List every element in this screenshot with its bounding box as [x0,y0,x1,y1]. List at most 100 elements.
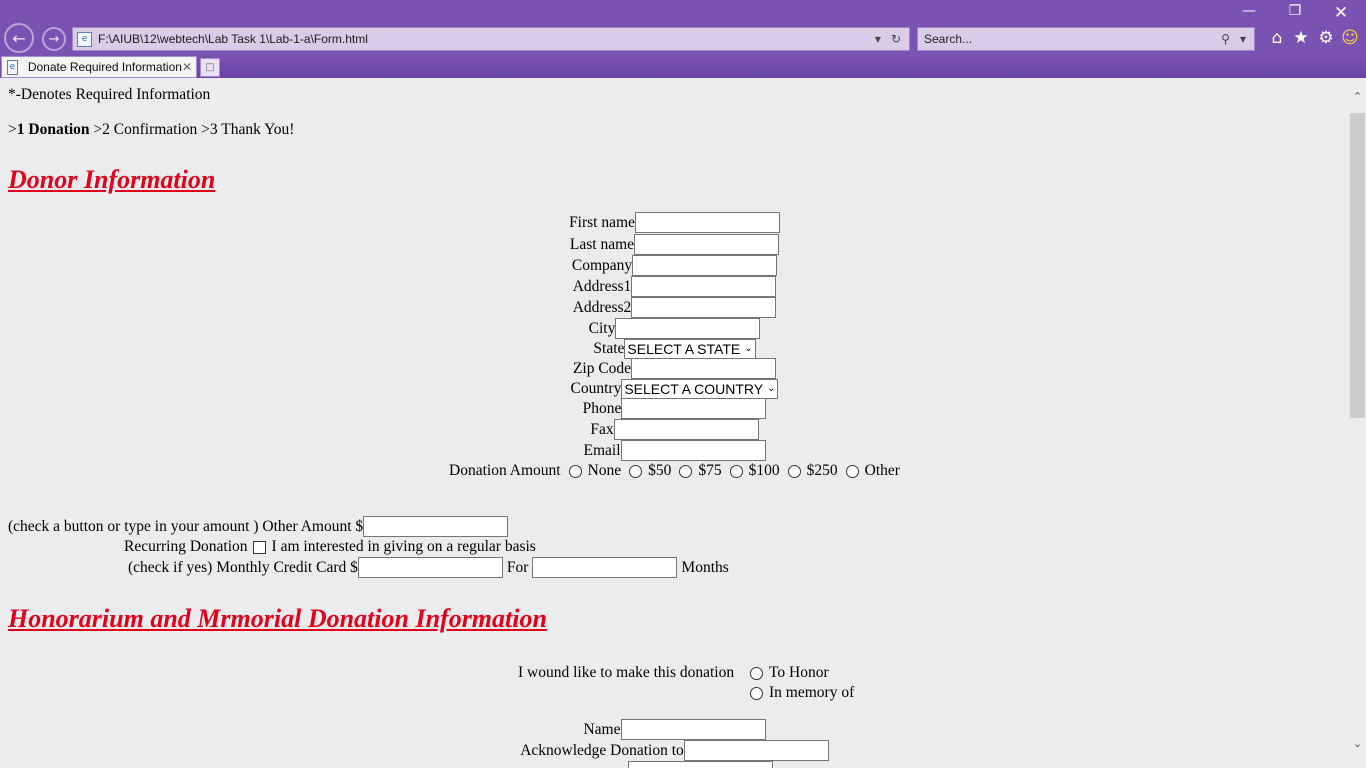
zip-label: Zip Code [572,359,632,377]
address-input-partial[interactable] [628,761,773,768]
country-select[interactable]: SELECT A COUNTRY ⌄ [621,379,779,399]
chevron-down-icon: ⌄ [767,383,776,394]
refresh-icon[interactable]: ↻ [891,32,901,46]
city-input[interactable] [615,318,761,339]
tab-active[interactable]: e Donate Required Information ✕ [1,56,197,78]
acknowledge-label: Acknowledge Donation to [520,741,684,759]
honorarium-heading: Honorarium and Mrmorial Donation Informa… [8,604,547,633]
chevron-down-icon[interactable]: ▾ [875,32,881,46]
restore-button[interactable]: ❐ [1280,3,1310,19]
amount-50-label: $50 [648,462,672,479]
company-input[interactable] [632,255,778,276]
address1-label: Address1 [572,277,632,295]
email-label: Email [583,441,621,459]
step-indicator: >1 Donation >2 Confirmation >3 Thank You… [8,121,294,139]
minimize-button[interactable]: — [1234,3,1264,19]
acknowledge-row: Acknowledge Donation to [0,740,1349,761]
state-select[interactable]: SELECT A STATE ⌄ [624,339,756,359]
chevron-down-icon[interactable]: ▾ [1240,32,1246,46]
back-button[interactable]: ← [4,23,34,53]
city-row: City [0,318,1349,339]
city-label: City [588,319,616,337]
donation-amount-row: Donation Amount None $50 $75 $100 $250 O… [0,462,1349,480]
search-icon[interactable]: ⚲ [1221,32,1230,46]
monthly-for-label: For [506,558,529,576]
last-name-row: Last name [0,234,1349,255]
last-name-input[interactable] [634,234,780,255]
new-tab-button[interactable]: □ [200,58,220,77]
state-label: State [593,340,625,357]
amount-other-radio[interactable] [845,464,859,478]
monthly-amount-input[interactable] [357,557,503,578]
amount-75-label: $75 [698,462,722,479]
in-memory-label: In memory of [769,684,855,701]
recurring-label: Recurring Donation [124,538,248,555]
home-icon[interactable]: ⌂ [1266,28,1288,48]
email-input[interactable] [620,440,766,461]
recurring-checkbox[interactable] [252,540,266,554]
memory-option-row: In memory of [742,684,854,702]
smiley-icon[interactable]: ☺ [1339,28,1361,48]
honoree-name-input[interactable] [620,719,766,740]
close-button[interactable]: ✕ [1326,3,1356,23]
honoree-name-label: Name [583,720,621,738]
first-name-input[interactable] [634,212,780,233]
back-arrow-icon: ← [12,28,26,48]
months-label: Months [681,558,729,576]
step-rest: >2 Confirmation >3 Thank You! [89,121,295,138]
phone-input[interactable] [621,398,767,419]
donation-amount-label: Donation Amount [449,462,561,479]
amount-75-radio[interactable] [679,464,693,478]
recurring-checkbox-label: I am interested in giving on a regular b… [271,538,536,555]
phone-label: Phone [582,399,622,417]
chevron-down-icon: ⌄ [744,343,753,354]
to-honor-radio[interactable] [750,666,763,680]
address2-input[interactable] [631,297,777,318]
page-icon: e [77,31,92,47]
browser-chrome: ← → e F:\AIUB\12\webtech\Lab Task 1\Lab-… [0,0,1366,78]
url-text[interactable]: F:\AIUB\12\webtech\Lab Task 1\Lab-1-a\Fo… [98,32,875,46]
search-placeholder: Search... [924,32,973,46]
honor-label: I wound like to make this donation [518,664,735,681]
other-amount-row: (check a button or type in your amount )… [8,516,1357,537]
step-current: 1 Donation [16,121,90,138]
scroll-up-icon[interactable]: ⌃ [1349,90,1366,103]
in-memory-radio[interactable] [750,686,763,700]
ie-page-icon: e [7,59,18,75]
country-selected-value: SELECT A COUNTRY [624,381,764,397]
tab-strip: e Donate Required Information ✕ □ [0,55,1366,78]
state-row: State SELECT A STATE ⌄ [0,339,1349,359]
required-note: *-Denotes Required Information [8,86,211,103]
months-input[interactable] [532,557,678,578]
address-bar[interactable]: e F:\AIUB\12\webtech\Lab Task 1\Lab-1-a\… [72,27,910,51]
donor-heading: Donor Information [8,165,216,194]
amount-100-label: $100 [748,462,780,479]
forward-button[interactable]: → [42,27,66,51]
search-input[interactable]: Search... ⚲ ▾ [917,27,1255,51]
fax-row: Fax [0,419,1349,440]
gear-icon[interactable]: ⚙ [1315,28,1337,48]
address2-row: Address2 [0,297,1349,318]
star-icon[interactable]: ★ [1290,28,1312,48]
country-row: Country SELECT A COUNTRY ⌄ [0,379,1349,399]
step-prefix: > [8,121,17,138]
address1-input[interactable] [631,276,777,297]
acknowledge-input[interactable] [683,740,829,761]
other-amount-input[interactable] [363,516,509,537]
amount-other-label: Other [864,462,900,479]
fax-input[interactable] [613,419,759,440]
scroll-down-icon[interactable]: ⌄ [1349,737,1366,750]
fax-label: Fax [590,420,614,438]
state-selected-value: SELECT A STATE [627,341,741,357]
to-honor-label: To Honor [769,664,829,681]
company-row: Company [0,255,1349,276]
zip-input[interactable] [631,358,777,379]
amount-50-radio[interactable] [629,464,643,478]
close-icon[interactable]: ✕ [182,60,196,74]
monthly-row: (check if yes) Monthly Credit Card $ For… [128,557,1366,578]
amount-100-radio[interactable] [729,464,743,478]
scroll-thumb[interactable] [1350,113,1365,418]
recurring-row: Recurring Donation I am interested in giv… [124,538,1366,556]
amount-250-radio[interactable] [787,464,801,478]
amount-none-radio[interactable] [568,464,582,478]
